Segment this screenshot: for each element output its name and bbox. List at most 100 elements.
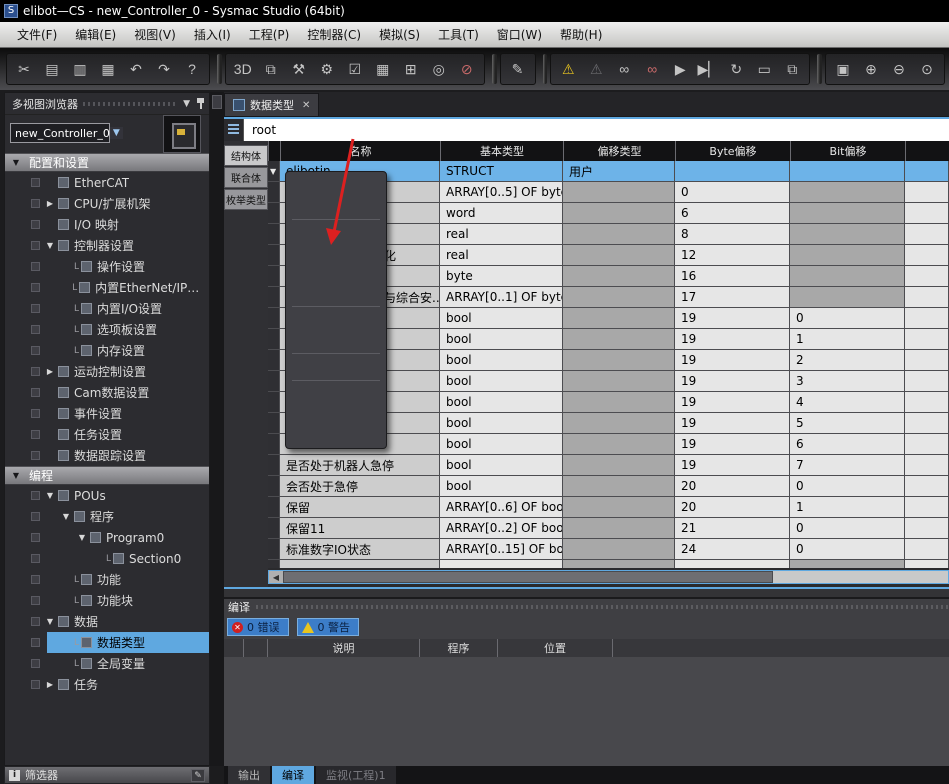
row-expander-icon[interactable] [268,245,280,266]
cell-offset-type[interactable] [563,413,675,434]
cell-extra[interactable] [905,245,949,266]
tree-item-checkbox[interactable] [31,617,40,626]
zoom-in-icon[interactable]: ⊕ [857,56,885,82]
tree-item-checkbox[interactable] [31,178,40,187]
cell-offset-type[interactable] [563,560,675,568]
cell-byte-offset[interactable]: 19 [675,392,790,413]
delete-icon[interactable]: ▦ [94,56,122,82]
tree-item-----[interactable]: L 全局变量 [5,653,209,674]
cell-byte-offset[interactable]: 19 [675,455,790,476]
tree-expander-icon[interactable]: ▼ [45,491,55,500]
cell-offset-type[interactable]: 用户 [563,161,675,182]
cell-byte-offset[interactable]: 24 [675,539,790,560]
cell-extra[interactable] [905,497,949,518]
cell-offset-type[interactable] [563,455,675,476]
cell-bit-offset[interactable] [790,245,905,266]
tree-section-header[interactable]: ▼ 配置和设置 [5,153,209,172]
tree-item---[interactable]: ▶ 任务 [5,674,209,695]
tree-item------[interactable]: ▼ 控制器设置 [5,235,209,256]
menubar-item[interactable]: 工程(P) [240,23,299,46]
cell-offset-type[interactable] [563,287,675,308]
cell-bit-offset[interactable]: 3 [790,371,905,392]
tree-expander-icon[interactable]: ▼ [77,533,87,542]
cell-extra[interactable] [905,182,949,203]
cell-bit-offset[interactable] [790,266,905,287]
cell-bit-offset[interactable]: 0 [790,539,905,560]
cell-byte-offset[interactable]: 8 [675,224,790,245]
cell-extra[interactable] [905,539,949,560]
tree-item-checkbox[interactable] [31,241,40,250]
tree-item-----[interactable]: L 数据类型 [5,632,209,653]
cell-bit-offset[interactable] [790,161,905,182]
root-node-label[interactable]: root [244,123,276,137]
cell-base-type[interactable]: bool [440,350,563,371]
cell-byte-offset[interactable] [675,161,790,182]
table-row[interactable]: 标准数字IO状态 ARRAY[0..15] OF bool 24 0 [268,539,949,560]
cell-extra[interactable] [905,329,949,350]
menubar-item[interactable]: 帮助(H) [551,23,611,46]
controller-select[interactable]: new_Controller_0 ▼ [10,123,110,143]
export-icon[interactable]: ⧉ [257,56,285,82]
cell-byte-offset[interactable]: 6 [675,203,790,224]
tree-item-checkbox[interactable] [31,596,40,605]
cell-name[interactable]: 保留11 [280,518,440,539]
cell-base-type[interactable]: word [440,203,563,224]
redo-icon[interactable]: ↷ [150,56,178,82]
view-3d-icon[interactable]: 3D [229,56,257,82]
check-all-icon[interactable]: ⊞ [397,56,425,82]
tree-item-cpu-----[interactable]: ▶ CPU/扩展机架 [5,193,209,214]
row-expander-icon[interactable] [268,203,280,224]
cell-base-type[interactable]: bool [440,392,563,413]
cell-base-type[interactable]: ARRAY[0..5] OF byte [440,182,563,203]
cell-offset-type[interactable] [563,203,675,224]
cell-bit-offset[interactable]: 0 [790,308,905,329]
chevron-down-icon[interactable]: ▼ [110,127,123,139]
cell-offset-type[interactable] [563,350,675,371]
check-program-icon[interactable]: ☑ [341,56,369,82]
context-menu-item[interactable] [286,223,386,243]
bottom-tab[interactable]: 监视(工程)1 [316,766,396,784]
tree-item-checkbox[interactable] [31,554,40,563]
cell-base-type[interactable]: ARRAY[0..2] OF bool [440,518,563,539]
cell-base-type[interactable]: real [440,224,563,245]
build-icon[interactable]: ⚙ [313,56,341,82]
cell-offset-type[interactable] [563,245,675,266]
cell-name[interactable]: 是否处于机器人急停 [280,455,440,476]
tree-item------[interactable]: L 选项板设置 [5,319,209,340]
close-icon[interactable]: ✕ [302,100,310,111]
row-expander-icon[interactable] [268,518,280,539]
cell-bit-offset[interactable] [790,224,905,245]
context-menu-item[interactable] [286,176,386,196]
tree-item-checkbox[interactable] [31,409,40,418]
cell-offset-type[interactable] [563,497,675,518]
scrollbar-thumb[interactable] [283,571,773,583]
tree-item-ethercat[interactable]: EtherCAT [5,172,209,193]
cell-byte-offset[interactable]: 12 [675,245,790,266]
cell-bit-offset[interactable]: 7 [790,455,905,476]
tree-expander-icon[interactable]: ▼ [45,241,55,250]
cell-base-type[interactable]: bool [440,434,563,455]
row-expander-icon[interactable] [268,476,280,497]
cell-bit-offset[interactable]: 5 [790,413,905,434]
context-menu-item[interactable] [286,196,386,216]
context-menu-item[interactable] [286,357,386,377]
tree-item-checkbox[interactable] [31,680,40,689]
row-expander-icon[interactable] [268,350,280,371]
cell-extra[interactable] [905,266,949,287]
tree-item---ethernet-ip----[interactable]: L 内置EtherNet/IP端口设置 [5,277,209,298]
cell-byte-offset[interactable]: 19 [675,350,790,371]
table-row[interactable]: 是否处于机器人急停 bool 19 7 [268,455,949,476]
cell-base-type[interactable]: bool [440,476,563,497]
cell-base-type[interactable]: real [440,245,563,266]
tree-item---[interactable]: ▼ 程序 [5,506,209,527]
row-expander-icon[interactable] [268,455,280,476]
cell-bit-offset[interactable] [790,287,905,308]
cell-offset-type[interactable] [563,308,675,329]
cell-byte-offset[interactable]: 17 [675,287,790,308]
cell-byte-offset[interactable]: 0 [675,182,790,203]
row-expander-icon[interactable] [268,329,280,350]
cell-base-type[interactable]: ARRAY[0..15] OF bool [440,539,563,560]
context-menu-item[interactable] [286,384,386,404]
tree-item-checkbox[interactable] [31,430,40,439]
cell-base-type[interactable]: STRUCT [440,161,563,182]
